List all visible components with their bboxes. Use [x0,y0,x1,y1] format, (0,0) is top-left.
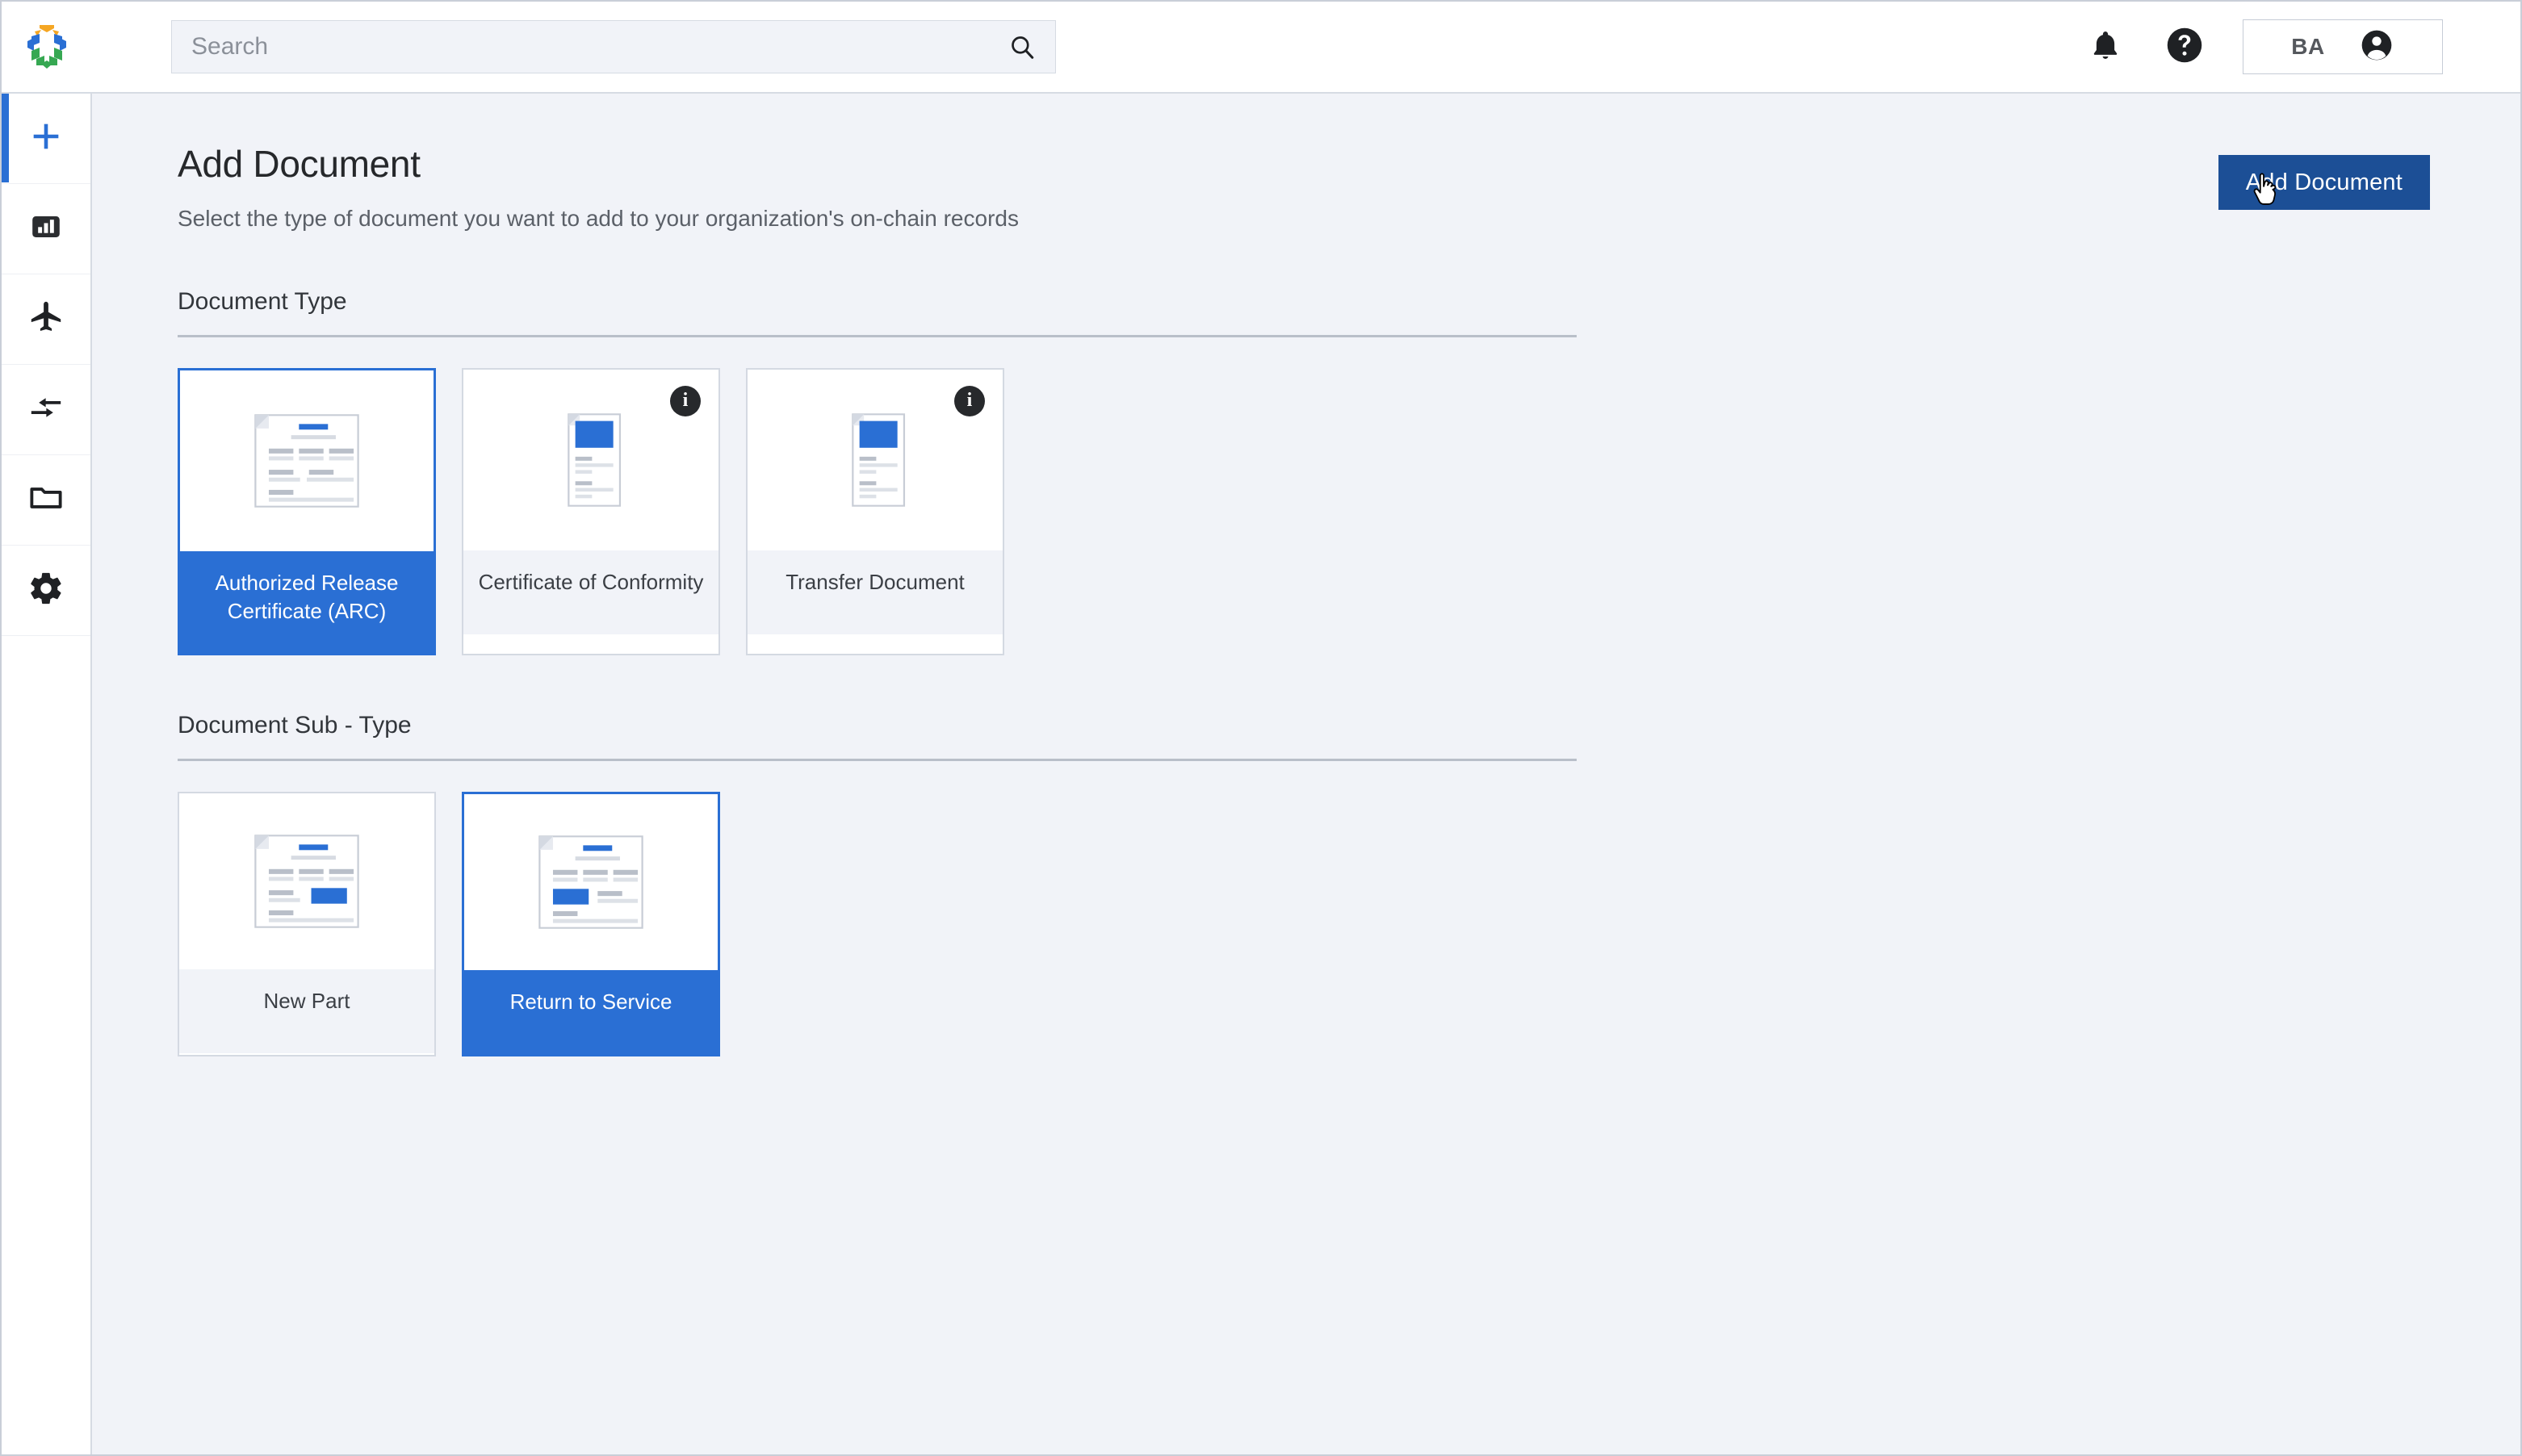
account-menu[interactable]: BA [2243,19,2443,74]
sidebar-item-documents[interactable] [2,455,90,546]
main-content: Add Document Add Document Select the typ… [92,94,2520,1454]
notifications-button[interactable] [2084,26,2126,68]
card-thumbnail [179,793,434,969]
help-button[interactable] [2164,26,2206,68]
left-sidebar [2,94,92,1454]
card-thumbnail: i [748,369,1003,550]
sidebar-item-transfers[interactable] [2,365,90,455]
document-landscape-blue-left-icon [538,835,643,929]
help-circle-icon [2164,25,2205,69]
document-landscape-blue-right-icon [254,834,359,928]
page-subtitle: Select the type of document you want to … [178,205,1019,231]
sidebar-item-aircraft[interactable] [2,274,90,365]
plus-icon [27,118,65,159]
section-divider [178,758,1577,761]
document-type-card-transfer[interactable]: i Transfer Document [746,367,1004,655]
sidebar-item-add[interactable] [2,94,90,184]
info-icon[interactable]: i [954,385,985,416]
card-label: Transfer Document [748,550,1003,634]
card-label: Authorized Release Certificate (ARC) [180,550,434,653]
section-divider [178,334,1577,337]
header-actions: BA [2084,19,2493,74]
document-type-card-arc[interactable]: Authorized Release Certificate (ARC) [178,367,436,655]
body-region: Add Document Add Document Select the typ… [2,94,2520,1454]
gear-icon [27,570,65,611]
document-landscape-blue-title-icon [254,413,359,508]
document-portrait-blue-block-icon [568,412,622,507]
transfer-arrows-icon [27,389,65,430]
card-label: New Part [179,969,434,1053]
account-initials: BA [2291,34,2325,59]
search-icon[interactable] [1008,33,1036,61]
bar-chart-icon [29,210,63,248]
sidebar-item-settings[interactable] [2,546,90,636]
document-portrait-blue-block-icon [852,412,906,507]
airplane-icon [27,299,65,340]
logo-container[interactable] [2,1,92,93]
card-thumbnail [180,370,434,551]
top-header: BA [2,2,2520,94]
document-sub-type-card-return-to-service[interactable]: Return to Service [462,791,720,1056]
aerochain-logo [23,23,70,70]
add-document-button[interactable]: Add Document [2218,155,2430,210]
section-label-document-sub-type: Document Sub - Type [178,711,412,738]
card-label: Certificate of Conformity [463,550,718,634]
page-title: Add Document [178,143,421,185]
document-type-card-coc[interactable]: i Certificate of Conformity [462,367,720,655]
search-input[interactable] [191,21,1008,73]
card-thumbnail [464,793,718,970]
bell-icon [2087,27,2124,68]
account-circle-icon [2359,27,2394,67]
search-box[interactable] [171,20,1056,73]
info-icon[interactable]: i [670,385,701,416]
folder-icon [27,479,65,521]
card-thumbnail: i [463,369,718,550]
document-sub-type-card-group: New Part Return to Service [178,791,2430,1056]
application-window: BA [0,0,2522,1456]
sidebar-item-dashboard[interactable] [2,184,90,274]
document-sub-type-card-new-part[interactable]: New Part [178,791,436,1056]
card-label: Return to Service [464,969,718,1054]
document-type-card-group: Authorized Release Certificate (ARC) i C… [178,367,2430,655]
section-label-document-type: Document Type [178,287,347,315]
